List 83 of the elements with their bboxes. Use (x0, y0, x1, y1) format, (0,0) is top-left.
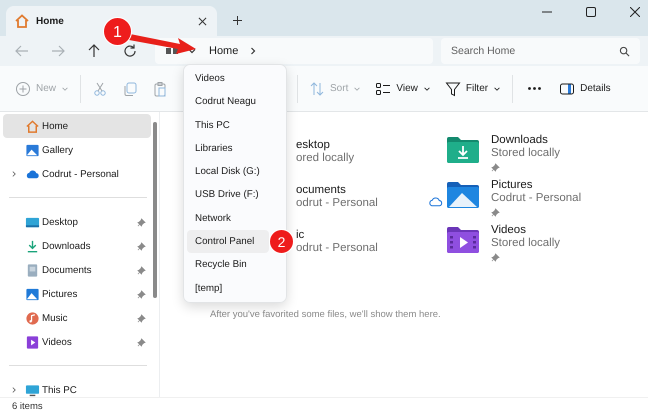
folder-location: Stored locally (491, 147, 560, 160)
maximize-icon[interactable] (586, 7, 596, 17)
sidebar-item[interactable]: Documents (3, 258, 151, 282)
documents-icon (25, 262, 40, 278)
home-icon (25, 118, 40, 134)
menu-item[interactable]: Local Disk (G:) (187, 160, 269, 184)
sidebar-item[interactable]: Music (3, 306, 151, 330)
menu-item[interactable]: Libraries (187, 136, 269, 160)
scrollbar-thumb[interactable] (153, 122, 157, 298)
sidebar-item[interactable]: Downloads (3, 234, 151, 258)
pin-icon[interactable] (137, 314, 146, 322)
tab-title: Home (36, 16, 65, 26)
close-tab-icon[interactable] (198, 16, 207, 26)
sidebar-item[interactable]: Gallery (3, 138, 151, 162)
close-icon[interactable] (630, 7, 640, 17)
expand-icon[interactable] (10, 386, 18, 394)
sidebar-item[interactable]: Codrut - Personal (3, 162, 151, 186)
pin-icon[interactable] (137, 290, 146, 298)
caret-icon (422, 84, 431, 92)
menu-item[interactable]: USB Drive (F:) (187, 183, 269, 207)
filter-button[interactable]: Filter (440, 74, 506, 102)
clipboard-icon (152, 80, 168, 96)
menu-item[interactable]: Codrut Neagu (187, 90, 269, 114)
caret-icon (353, 84, 362, 92)
panel-icon (559, 80, 576, 96)
pin-icon[interactable] (137, 242, 146, 250)
sidebar-item[interactable]: This PC (3, 378, 151, 402)
caret-icon (61, 84, 70, 92)
folder-location: Codrut - Personal (491, 192, 582, 205)
menu-item[interactable]: Videos (187, 67, 269, 90)
menu-item[interactable]: [temp] (187, 276, 269, 300)
sidebar-item[interactable]: Desktop (3, 210, 151, 234)
caret-icon (493, 84, 502, 92)
video-folder-icon[interactable] (447, 227, 479, 253)
downloads-icon (25, 238, 40, 254)
sort-arrows-icon (309, 80, 326, 96)
pin-icon[interactable] (137, 266, 146, 274)
up-arrow-icon[interactable] (86, 43, 102, 59)
pin-icon[interactable] (137, 218, 146, 226)
gallery-icon (25, 142, 40, 158)
expand-icon[interactable] (10, 170, 18, 178)
download-folder-icon[interactable] (447, 137, 479, 163)
list-view-icon (375, 80, 392, 96)
search-icon (619, 46, 630, 57)
details-button[interactable]: Details (554, 74, 616, 102)
step-marker: 2 (269, 229, 294, 254)
folder-name[interactable]: ocuments (296, 184, 346, 197)
monitor-icon (25, 382, 40, 398)
item-count: 6 items (12, 401, 43, 412)
folder-name[interactable]: esktop (296, 139, 330, 152)
folder-name[interactable]: Pictures (491, 179, 533, 192)
folder-location: odrut - Personal (296, 242, 378, 255)
scissors-icon (92, 80, 108, 96)
sidebar-item[interactable]: Videos (3, 330, 151, 354)
menu-item[interactable]: This PC (187, 114, 269, 137)
breadcrumb[interactable]: Home (209, 45, 238, 57)
pin-icon[interactable] (137, 338, 146, 346)
new-tab-icon[interactable] (233, 16, 242, 25)
menu-item[interactable]: Recycle Bin (187, 253, 269, 277)
folder-location: Stored locally (491, 237, 560, 250)
funnel-icon (444, 80, 461, 96)
folder-name[interactable]: Videos (491, 224, 526, 237)
sidebar-item[interactable]: Pictures (3, 282, 151, 306)
menu-item[interactable]: Network (187, 206, 269, 230)
pictures-icon (25, 286, 40, 302)
address-bar[interactable]: Home (155, 38, 433, 64)
folder-name[interactable]: Downloads (491, 134, 548, 147)
empty-favorites-message: After you've favorited some files, we'll show them here. (210, 309, 442, 320)
sidebar-item[interactable]: Home (3, 114, 151, 138)
videos-icon (25, 334, 40, 350)
refresh-icon[interactable] (122, 43, 138, 59)
plus-circle-icon (15, 80, 31, 96)
folder-name[interactable]: ic (296, 229, 304, 242)
pictures-folder-icon[interactable] (447, 182, 479, 208)
view-button[interactable]: View (370, 74, 436, 102)
music-icon (25, 310, 40, 326)
folder-location: odrut - Personal (296, 197, 378, 210)
folder-location: ored locally (296, 152, 354, 165)
copy-icon (122, 80, 138, 96)
search-field[interactable]: Search Home (441, 38, 640, 64)
menu-item[interactable]: Control Panel (187, 230, 269, 254)
home-icon (14, 13, 30, 29)
more-icon (528, 87, 542, 90)
